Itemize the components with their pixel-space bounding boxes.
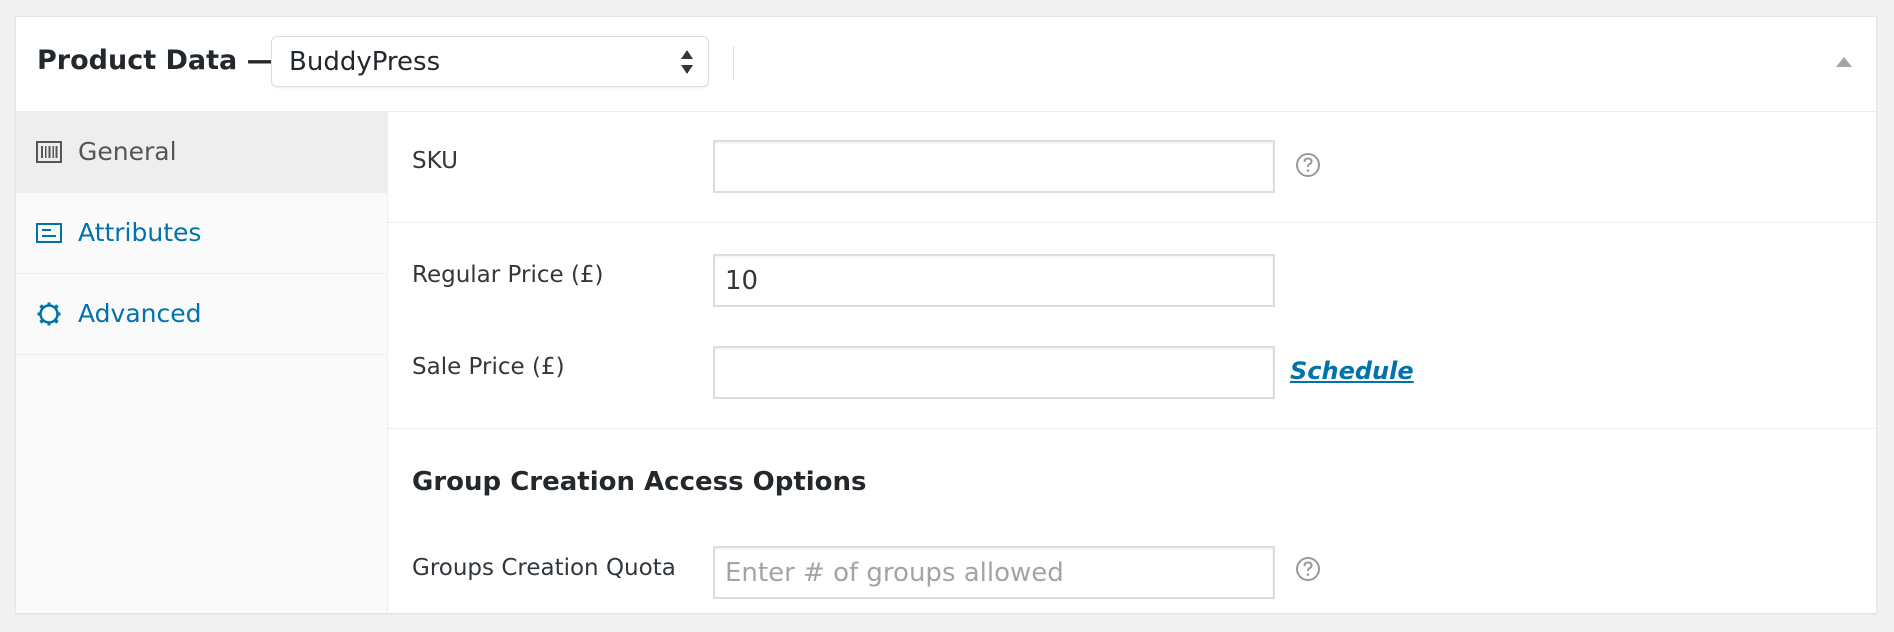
list-icon [36, 223, 62, 243]
tab-advanced[interactable]: Advanced [16, 274, 387, 355]
schedule-link[interactable]: Schedule [1290, 357, 1414, 385]
help-icon[interactable] [1295, 556, 1321, 582]
tab-attributes-label: Attributes [78, 218, 202, 247]
tab-attributes[interactable]: Attributes [16, 193, 387, 274]
panel-header: Product Data — BuddyPress [16, 17, 1876, 112]
sku-group: SKU [388, 112, 1876, 223]
sale-price-label: Sale Price (£) [412, 354, 565, 380]
sale-price-input[interactable] [713, 346, 1275, 399]
tab-advanced-label: Advanced [78, 299, 202, 328]
sku-input[interactable] [713, 140, 1275, 193]
help-icon[interactable] [1295, 152, 1321, 178]
header-divider [733, 46, 734, 80]
product-data-tabs: General Attributes Advanced [16, 112, 388, 613]
pricing-group: Regular Price (£) Sale Price (£) Schedul… [388, 223, 1876, 429]
collapse-arrow-icon[interactable] [1832, 51, 1856, 75]
sku-label: SKU [412, 148, 458, 174]
group-creation-heading: Group Creation Access Options [412, 467, 867, 497]
gear-icon [37, 302, 61, 326]
barcode-icon [36, 141, 62, 163]
general-tab-content: SKU Regular Price (£) Sale Price (£) Sch… [388, 112, 1876, 613]
product-type-selected-value: BuddyPress [289, 47, 441, 77]
regular-price-input[interactable] [713, 254, 1275, 307]
tab-general-label: General [78, 137, 177, 166]
panel-title: Product Data — [37, 45, 274, 76]
groups-quota-input[interactable] [713, 546, 1275, 599]
product-data-panel: Product Data — BuddyPress General Attrib… [15, 16, 1877, 614]
tab-general[interactable]: General [16, 112, 387, 193]
regular-price-label: Regular Price (£) [412, 262, 604, 288]
groups-quota-label: Groups Creation Quota [412, 555, 676, 581]
select-arrows-icon [681, 50, 693, 74]
product-type-select[interactable]: BuddyPress [271, 36, 709, 87]
